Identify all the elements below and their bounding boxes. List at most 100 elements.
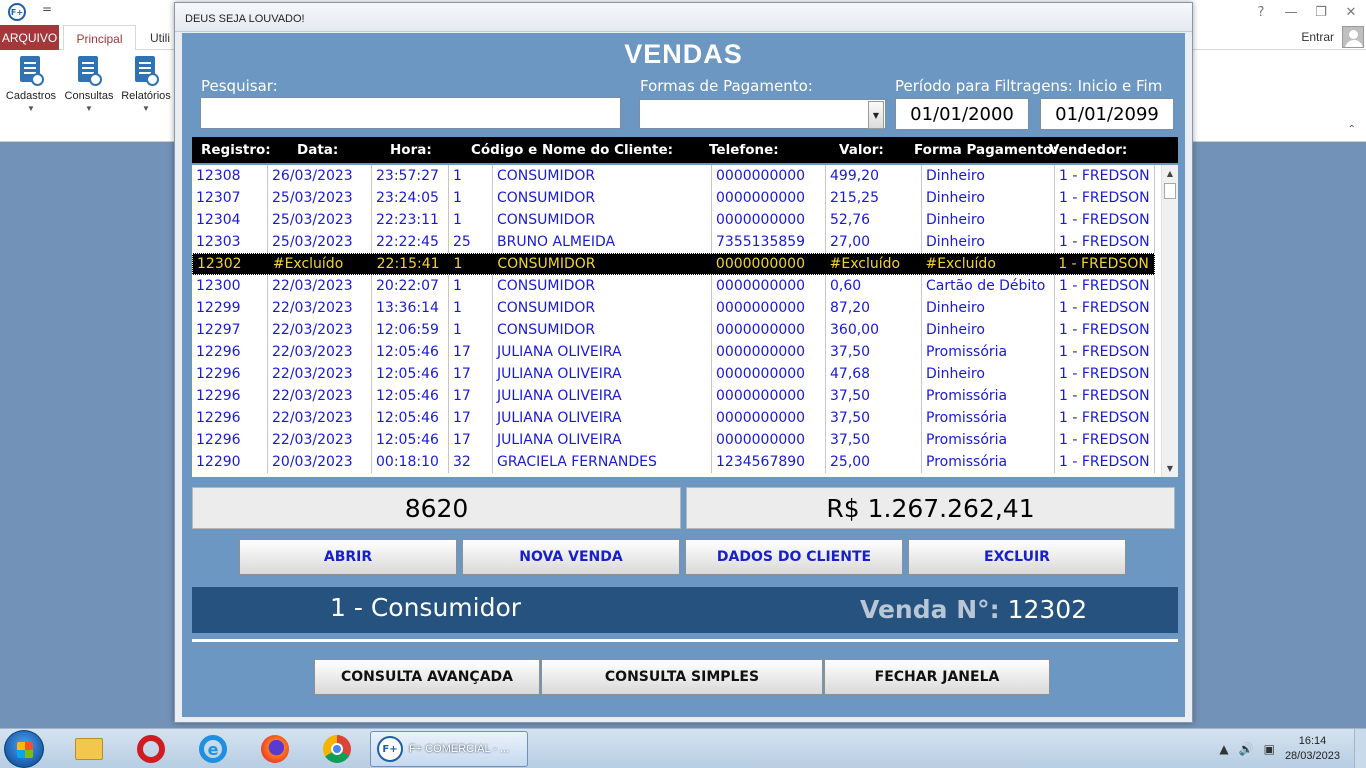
cadastros-button[interactable]: Cadastros ▼ [2,56,60,113]
search-input[interactable] [200,97,621,129]
table-cell: JULIANA OLIVEIRA [493,429,712,451]
chrome-taskbar-button[interactable] [320,733,354,765]
quick-access-toolbar[interactable]: = [42,2,52,16]
tab-utilitarios[interactable]: Utili [150,31,170,45]
table-cell: 1 - FREDSON [1055,341,1155,363]
table-cell: 1 - FREDSON [1055,407,1155,429]
table-row[interactable]: 12300 22/03/2023 20:22:07 1 CONSUMIDOR 000000… [192,275,1155,297]
consulta-simples-button[interactable]: CONSULTA SIMPLES [541,659,823,695]
table-row[interactable]: 12296 22/03/2023 12:05:46 17 JULIANA OLIVEIR… [192,407,1155,429]
fechar-janela-button[interactable]: FECHAR JANELA [824,659,1050,695]
opera-taskbar-button[interactable] [134,733,168,765]
table-row[interactable]: 12299 22/03/2023 13:36:14 1 CONSUMIDOR 000000… [192,297,1155,319]
table-cell: 0000000000 [712,319,826,341]
table-cell: 1 - FREDSON [1055,165,1155,187]
tray-expand-icon[interactable]: ▲ [1219,742,1228,756]
total-count: 8620 [192,487,681,529]
consulta-avancada-button[interactable]: CONSULTA AVANÇADA [314,659,540,695]
table-cell: 20/03/2023 [268,451,372,473]
fmais-comercial-task[interactable]: F+ F+ COMERCIAL - ... [370,731,528,767]
chevron-down-icon: ▼ [27,104,35,113]
table-row[interactable]: 12290 20/03/2023 00:18:10 32 GRACIELA FERNAN… [192,451,1155,473]
avatar[interactable] [1342,26,1364,48]
sales-table[interactable]: 12290 20/03/2023 00:18:10 32 GRACIELA FERNAN… [192,165,1178,477]
chevron-down-icon[interactable]: ▼ [868,101,884,129]
table-cell: BRUNO ALMEIDA [493,231,712,253]
show-desktop-button[interactable] [1354,729,1366,768]
explorer-taskbar-button[interactable] [72,733,106,765]
table-row[interactable]: 12296 22/03/2023 12:05:46 17 JULIANA OLIVEIR… [192,429,1155,451]
table-cell: 1 - FREDSON [1055,209,1155,231]
minimize-button[interactable]: — [1276,0,1306,24]
ie-taskbar-button[interactable]: e [196,733,230,765]
abrir-button[interactable]: ABRIR [239,539,457,575]
table-cell: 0000000000 [712,165,826,187]
table-row[interactable]: 12308 26/03/2023 23:57:27 1 CONSUMIDOR 000000… [192,165,1155,187]
table-cell: 12297 [192,319,268,341]
table-row[interactable]: 12302 #Excluído 22:15:41 1 CONSUMIDOR 0000000… [192,253,1155,275]
table-cell: JULIANA OLIVEIRA [493,385,712,407]
table-cell: 1 [449,187,493,209]
table-cell: 0000000000 [715,256,805,272]
relatorios-button[interactable]: Relatórios ▼ [117,56,175,113]
table-cell: 360,00 [826,319,922,341]
firefox-taskbar-button[interactable] [258,733,292,765]
table-row[interactable]: 12303 25/03/2023 22:22:45 25 BRUNO ALMEIDA 73… [192,231,1155,253]
clock[interactable]: 16:14 28/03/2023 [1285,734,1340,764]
table-cell: Promissória [922,385,1055,407]
scroll-down-icon[interactable]: ▼ [1162,460,1178,477]
table-row[interactable]: 12296 22/03/2023 12:05:46 17 JULIANA OLIVEIR… [192,341,1155,363]
volume-icon[interactable]: 🔊 [1239,742,1254,756]
excluir-button[interactable]: EXCLUIR [908,539,1126,575]
table-cell: 0000000000 [712,187,826,209]
period-start-field[interactable]: 01/01/2000 [895,98,1029,130]
table-cell: 37,50 [826,341,922,363]
table-cell: CONSUMIDOR [493,319,712,341]
table-cell: 52,76 [826,209,922,231]
table-row[interactable]: 12304 25/03/2023 22:23:11 1 CONSUMIDOR 000000… [192,209,1155,231]
network-icon[interactable]: ▣ [1264,742,1275,756]
payment-select[interactable]: ▼ [639,99,886,129]
table-cell: 12296 [192,363,268,385]
table-row[interactable]: 12296 22/03/2023 12:05:46 17 JULIANA OLIVEIR… [192,363,1155,385]
table-cell: CONSUMIDOR [493,297,712,319]
period-end-field[interactable]: 01/01/2099 [1040,98,1174,130]
table-cell: 27,00 [826,231,922,253]
close-button[interactable]: ✕ [1336,0,1366,24]
collapse-ribbon-icon[interactable]: ⌃ [1348,124,1356,135]
table-cell: #Excluído [829,256,901,272]
dados-cliente-button[interactable]: DADOS DO CLIENTE [685,539,903,575]
tab-principal[interactable]: Principal [63,25,136,51]
window-controls: ? — ❐ ✕ [1246,0,1366,24]
scroll-up-icon[interactable]: ▲ [1162,165,1178,182]
table-cell: 12:05:46 [372,429,449,451]
scroll-thumb[interactable] [1164,183,1176,199]
tab-arquivo[interactable]: ARQUIVO [0,25,59,50]
help-icon[interactable]: ? [1246,0,1276,24]
relatorios-label: Relatórios [121,90,171,102]
table-cell: 25/03/2023 [268,209,372,231]
start-button[interactable] [4,730,44,768]
table-row[interactable]: 12296 22/03/2023 12:05:46 17 JULIANA OLIVEIR… [192,385,1155,407]
table-cell: 0000000000 [712,407,826,429]
sign-in-link[interactable]: Entrar [1301,30,1334,44]
table-row[interactable]: 12307 25/03/2023 23:24:05 1 CONSUMIDOR 000000… [192,187,1155,209]
table-cell: 1 - FREDSON [1055,297,1155,319]
column-header: Registro: [201,142,271,158]
consultas-button[interactable]: Consultas ▼ [60,56,118,113]
table-cell: 1 [449,319,493,341]
table-cell: 37,50 [826,385,922,407]
nova-venda-button[interactable]: NOVA VENDA [462,539,680,575]
vertical-scrollbar[interactable]: ▲ ▼ [1161,165,1178,477]
table-cell: 0000000000 [712,297,826,319]
table-cell: 22:22:45 [372,231,449,253]
table-cell: 22/03/2023 [268,385,372,407]
table-cell: 499,20 [826,165,922,187]
table-cell: 23:57:27 [372,165,449,187]
table-cell: 0,60 [826,275,922,297]
table-row[interactable]: 12297 22/03/2023 12:06:59 1 CONSUMIDOR 000000… [192,319,1155,341]
column-header: Valor: [839,142,884,158]
restore-button[interactable]: ❐ [1306,0,1336,24]
table-cell: 12:06:59 [372,319,449,341]
table-cell: JULIANA OLIVEIRA [493,341,712,363]
